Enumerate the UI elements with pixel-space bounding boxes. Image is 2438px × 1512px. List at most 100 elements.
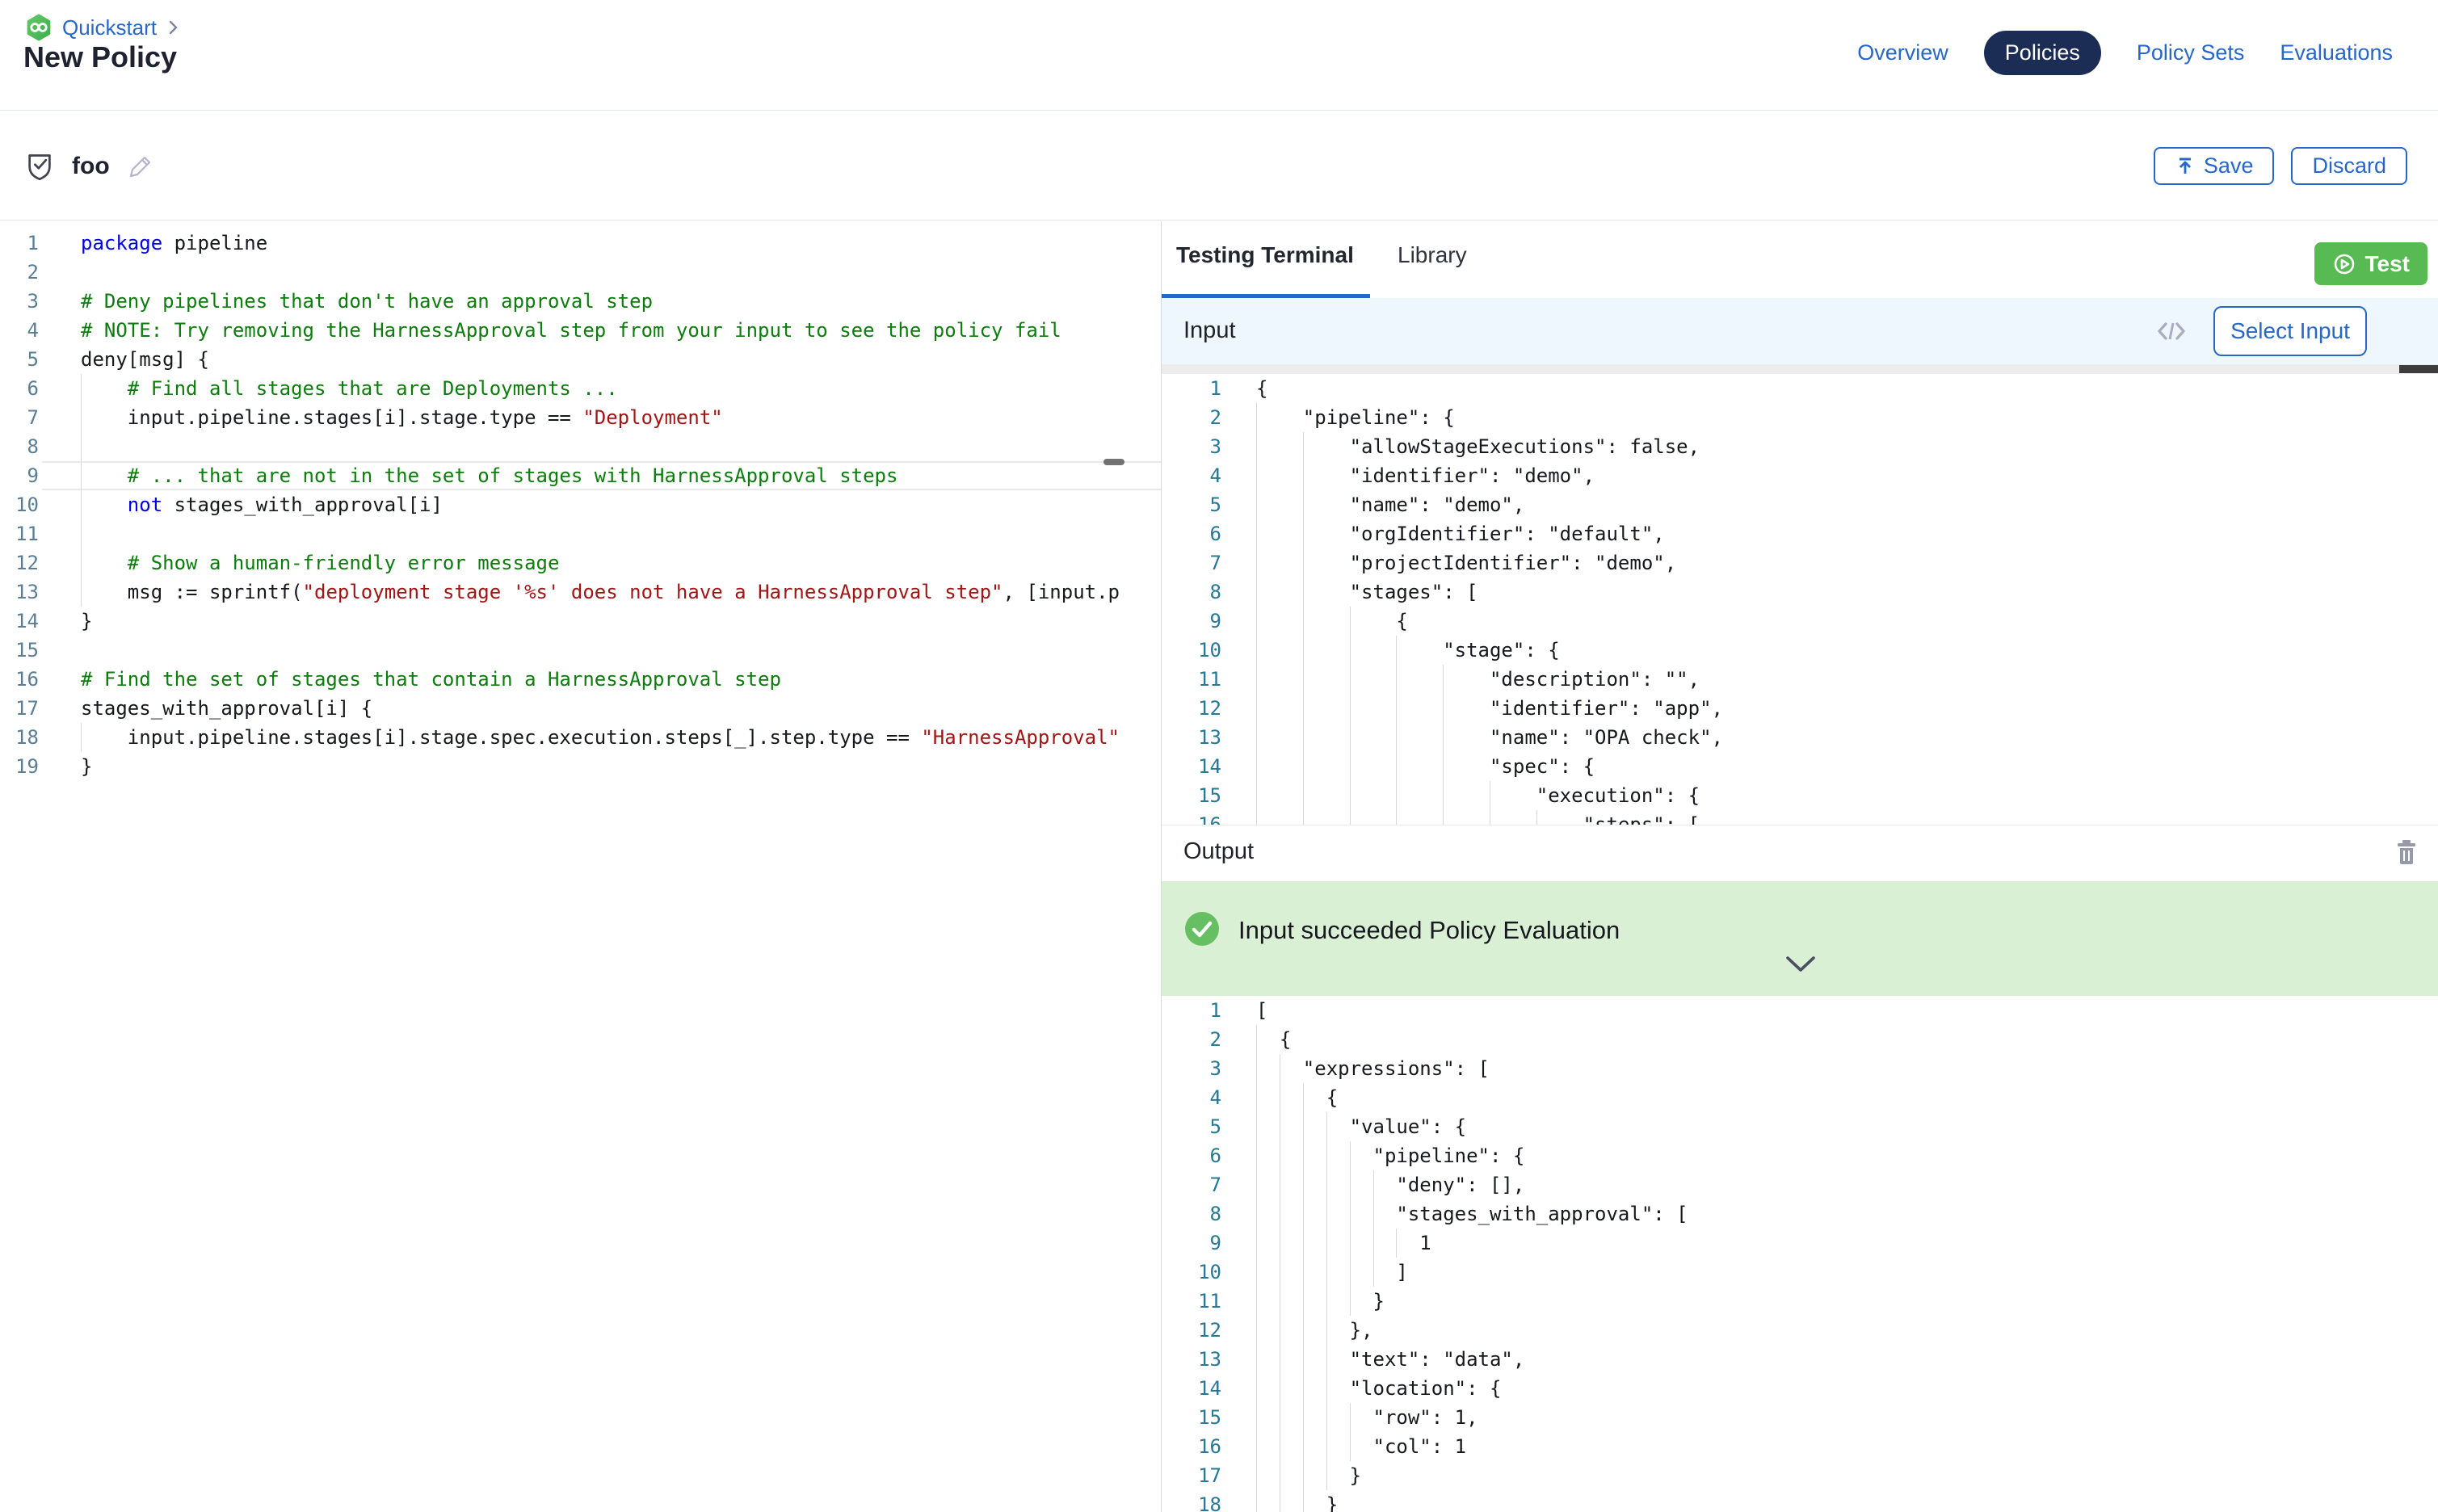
- indent-guide: [81, 374, 82, 403]
- code-line[interactable]: 2 {: [1162, 1025, 2438, 1054]
- project-icon: [25, 13, 53, 42]
- code-line[interactable]: 5deny[msg] {: [0, 345, 1161, 374]
- input-editor[interactable]: 1{2 "pipeline": {3 "allowStageExecutions…: [1162, 374, 2438, 825]
- code-line[interactable]: 9 1: [1162, 1228, 2438, 1258]
- code-line[interactable]: 5 "name": "demo",: [1162, 490, 2438, 519]
- code-line[interactable]: 18 input.pipeline.stages[i].stage.spec.e…: [0, 723, 1161, 752]
- code-view-icon[interactable]: [2155, 319, 2188, 343]
- code-line[interactable]: 19}: [0, 752, 1161, 781]
- discard-button[interactable]: Discard: [2291, 147, 2407, 185]
- output-editor[interactable]: 1[2 {3 "expressions": [4 {5 "value": {6 …: [1162, 996, 2438, 1512]
- line-number: 9: [0, 461, 39, 490]
- policy-editor[interactable]: 1package pipeline23# Deny pipelines that…: [0, 221, 1161, 1512]
- save-button[interactable]: Save: [2154, 147, 2275, 185]
- code-line[interactable]: 14 "location": {: [1162, 1374, 2438, 1403]
- nav-item-evaluations[interactable]: Evaluations: [2280, 31, 2393, 75]
- code-line[interactable]: 13 "text": "data",: [1162, 1345, 2438, 1374]
- indent-guide: [1256, 665, 1257, 694]
- code-line[interactable]: 9 # ... that are not in the set of stage…: [0, 461, 1161, 490]
- nav-item-overview[interactable]: Overview: [1857, 31, 1948, 75]
- indent-guide: [1350, 607, 1351, 636]
- code-line[interactable]: 8 "stages_with_approval": [: [1162, 1199, 2438, 1228]
- indent-guide: [1256, 752, 1257, 781]
- play-circle-icon: [2332, 252, 2356, 276]
- code-line[interactable]: 15 "execution": {: [1162, 781, 2438, 810]
- code-line[interactable]: 12 },: [1162, 1316, 2438, 1345]
- line-number: 16: [0, 665, 39, 694]
- code-line[interactable]: 6 "pipeline": {: [1162, 1141, 2438, 1170]
- code-line[interactable]: 8 "stages": [: [1162, 578, 2438, 607]
- indent-guide: [1326, 1199, 1327, 1228]
- line-number: 15: [1162, 1403, 1221, 1432]
- code-line[interactable]: 12 "identifier": "app",: [1162, 694, 2438, 723]
- code-line[interactable]: 6 "orgIdentifier": "default",: [1162, 519, 2438, 548]
- tab-testing-terminal[interactable]: Testing Terminal: [1176, 242, 1354, 268]
- line-number: 1: [1162, 996, 1221, 1025]
- indent-guide: [1443, 752, 1444, 781]
- line-number: 8: [1162, 1199, 1221, 1228]
- code-line[interactable]: 15: [0, 636, 1161, 665]
- scrollbar-thumb[interactable]: [2399, 365, 2438, 373]
- code-line[interactable]: 15 "row": 1,: [1162, 1403, 2438, 1432]
- test-button[interactable]: Test: [2314, 242, 2428, 285]
- trash-icon[interactable]: [2394, 838, 2419, 866]
- line-number: 11: [0, 519, 39, 548]
- code-line[interactable]: 4 {: [1162, 1083, 2438, 1112]
- indent-guide: [1303, 1258, 1304, 1287]
- code-line[interactable]: 13 "name": "OPA check",: [1162, 723, 2438, 752]
- code-line[interactable]: 16 "steps": [: [1162, 810, 2438, 825]
- code-line[interactable]: 16# Find the set of stages that contain …: [0, 665, 1161, 694]
- code-line[interactable]: 16 "col": 1: [1162, 1432, 2438, 1461]
- nav-item-policy-sets[interactable]: Policy Sets: [2137, 31, 2245, 75]
- code-line[interactable]: 1[: [1162, 996, 2438, 1025]
- code-line[interactable]: 4 "identifier": "demo",: [1162, 461, 2438, 490]
- nav-item-policies[interactable]: Policies: [1984, 31, 2101, 75]
- breadcrumb-project-link[interactable]: Quickstart: [62, 15, 157, 40]
- code-line[interactable]: 14}: [0, 607, 1161, 636]
- line-number: 2: [1162, 403, 1221, 432]
- code-line[interactable]: 10 not stages_with_approval[i]: [0, 490, 1161, 519]
- code-line[interactable]: 9 {: [1162, 607, 2438, 636]
- code-line[interactable]: 6 # Find all stages that are Deployments…: [0, 374, 1161, 403]
- code-line[interactable]: 13 msg := sprintf("deployment stage '%s'…: [0, 578, 1161, 607]
- code-line[interactable]: 1{: [1162, 374, 2438, 403]
- code-line[interactable]: 8: [0, 432, 1161, 461]
- code-line[interactable]: 7 "projectIdentifier": "demo",: [1162, 548, 2438, 578]
- indent-guide: [1303, 1374, 1304, 1403]
- indent-guide: [1303, 461, 1304, 490]
- code-line[interactable]: 7 "deny": [],: [1162, 1170, 2438, 1199]
- code-line[interactable]: 11 }: [1162, 1287, 2438, 1316]
- edit-name-pencil-icon[interactable]: [128, 153, 153, 179]
- code-line[interactable]: 7 input.pipeline.stages[i].stage.type ==…: [0, 403, 1161, 432]
- code-line[interactable]: 10 ]: [1162, 1258, 2438, 1287]
- indent-guide: [1256, 694, 1257, 723]
- code-line[interactable]: 2: [0, 258, 1161, 287]
- module-nav: Overview Policies Policy Sets Evaluation…: [1857, 31, 2393, 75]
- code-line[interactable]: 4# NOTE: Try removing the HarnessApprova…: [0, 316, 1161, 345]
- code-line[interactable]: 17stages_with_approval[i] {: [0, 694, 1161, 723]
- code-line[interactable]: 12 # Show a human-friendly error message: [0, 548, 1161, 578]
- tab-library[interactable]: Library: [1398, 242, 1467, 268]
- code-line[interactable]: 2 "pipeline": {: [1162, 403, 2438, 432]
- code-line[interactable]: 5 "value": {: [1162, 1112, 2438, 1141]
- code-line[interactable]: 11: [0, 519, 1161, 548]
- code-line[interactable]: 3 "expressions": [: [1162, 1054, 2438, 1083]
- code-line[interactable]: 3# Deny pipelines that don't have an app…: [0, 287, 1161, 316]
- code-line[interactable]: 18 }: [1162, 1490, 2438, 1512]
- save-label: Save: [2204, 153, 2254, 178]
- code-line[interactable]: 11 "description": "",: [1162, 665, 2438, 694]
- line-number: 10: [0, 490, 39, 519]
- chevron-down-icon[interactable]: [1785, 956, 1816, 973]
- line-number: 14: [1162, 752, 1221, 781]
- code-line[interactable]: 3 "allowStageExecutions": false,: [1162, 432, 2438, 461]
- code-line[interactable]: 10 "stage": {: [1162, 636, 2438, 665]
- code-line[interactable]: 14 "spec": {: [1162, 752, 2438, 781]
- line-number: 4: [1162, 1083, 1221, 1112]
- select-input-button[interactable]: Select Input: [2213, 306, 2367, 356]
- code-line[interactable]: 1package pipeline: [0, 229, 1161, 258]
- indent-guide: [1303, 1141, 1304, 1170]
- indent-guide: [1256, 1287, 1257, 1316]
- indent-guide: [1443, 781, 1444, 810]
- code-line[interactable]: 17 }: [1162, 1461, 2438, 1490]
- line-number: 12: [1162, 694, 1221, 723]
